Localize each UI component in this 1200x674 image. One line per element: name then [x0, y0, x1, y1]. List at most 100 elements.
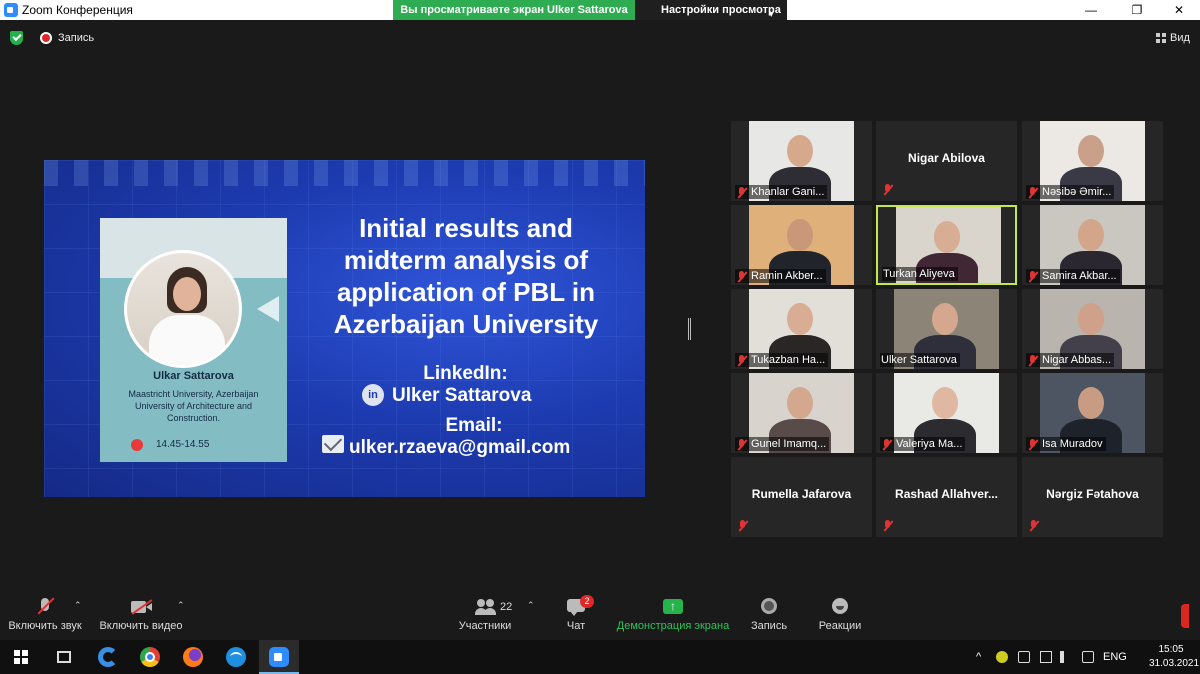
linkedin-name: Ulker Sattarova — [392, 385, 532, 406]
windows-taskbar: ^ ENG 15:05 31.03.2021 — [0, 640, 1200, 674]
participant-name: Rumella Jafarova — [751, 487, 852, 501]
participant-tile[interactable]: Nərgiz Fətahova — [1022, 457, 1163, 537]
view-settings-button[interactable]: Настройки просмотра ▾ — [635, 0, 787, 20]
app-taskbar-button[interactable] — [216, 640, 256, 674]
participant-tile[interactable]: Tukazban Ha... — [731, 289, 872, 369]
muted-mic-icon — [736, 270, 747, 282]
muted-mic-icon — [882, 520, 893, 531]
tray-keyboard-icon[interactable] — [1018, 651, 1030, 663]
video-off-icon — [131, 598, 152, 616]
show-hidden-icons-button[interactable]: ^ — [976, 640, 981, 674]
linkedin-heading: LinkedIn: — [423, 363, 508, 384]
volume-muted-icon[interactable] — [1060, 651, 1072, 663]
participant-tile[interactable]: Valeriya Ma... — [876, 373, 1017, 453]
participant-tile[interactable]: Gunel Imamq... — [731, 373, 872, 453]
participant-name-label: Gunel Imamq... — [735, 437, 830, 451]
participant-tile[interactable]: Nigar Abbas... — [1022, 289, 1163, 369]
windows-logo-icon — [14, 650, 28, 664]
view-button[interactable]: Вид — [1170, 32, 1190, 44]
edge-taskbar-button[interactable] — [88, 640, 128, 674]
participant-name-label: Isa Muradov — [1026, 437, 1106, 451]
start-video-button[interactable]: Включить видео — [98, 590, 184, 636]
title-bar: Zoom Конференция Вы просматриваете экран… — [0, 0, 1200, 20]
participant-name: Valeriya Ma... — [896, 438, 963, 450]
participant-name-label: Nəsibə Əmir... — [1026, 185, 1115, 199]
recording-icon — [40, 32, 52, 44]
share-screen-icon — [663, 598, 683, 616]
record-icon — [759, 598, 779, 616]
participant-tile[interactable]: Nigar Abilova — [876, 121, 1017, 201]
start-button[interactable] — [0, 640, 40, 674]
notification-icon[interactable] — [1082, 651, 1094, 663]
task-view-icon — [57, 651, 71, 663]
participant-name: Gunel Imamq... — [751, 438, 827, 450]
participant-name-label: Turkan Aliyeva — [882, 267, 958, 281]
participant-name: Nərgiz Fətahova — [1046, 487, 1139, 501]
time-dot-icon — [131, 439, 143, 451]
participant-name-label: Khanlar Gani... — [735, 185, 828, 199]
speaker-affiliation: Maastricht University, Azerbaijan Univer… — [128, 389, 259, 423]
participant-name: Ramin Akber... — [751, 270, 823, 282]
zoom-taskbar-button[interactable] — [259, 640, 299, 674]
participant-name: Ulker Sattarova — [881, 354, 957, 366]
share-banner-text: Вы просматриваете экран Ulker Sattarova — [393, 0, 635, 20]
firefox-taskbar-button[interactable] — [173, 640, 213, 674]
shared-screen: Ulkar Sattarova Maastricht University, A… — [44, 160, 645, 497]
reactions-button[interactable]: Реакции — [814, 590, 866, 636]
share-screen-button[interactable]: Демонстрация экрана — [614, 590, 732, 636]
chat-unread-badge: 2 — [580, 595, 594, 608]
security-shield-icon[interactable] — [10, 31, 23, 45]
muted-mic-icon — [1028, 520, 1039, 531]
system-clock[interactable]: 15:05 31.03.2021 — [1149, 643, 1199, 671]
participants-options-caret[interactable]: ⌃ — [527, 600, 535, 611]
participant-name-label: Tukazban Ha... — [735, 353, 829, 367]
participant-name: Khanlar Gani... — [751, 186, 825, 198]
participant-tile[interactable]: Turkan Aliyeva — [876, 205, 1017, 285]
participant-tile[interactable]: Ulker Sattarova — [876, 289, 1017, 369]
record-button[interactable]: Запись — [746, 590, 792, 636]
tray-app-icon[interactable] — [996, 651, 1008, 663]
triangle-decoration — [257, 296, 279, 322]
share-banner: Вы просматриваете экран Ulker Sattarova … — [393, 0, 787, 20]
firefox-icon — [183, 647, 203, 667]
close-button[interactable]: ✕ — [1156, 0, 1200, 20]
muted-mic-icon — [736, 354, 747, 366]
muted-mic-icon — [1027, 354, 1038, 366]
participant-tile[interactable]: Khanlar Gani... — [731, 121, 872, 201]
muted-mic-icon — [882, 184, 893, 195]
participant-name-label: Nigar Abbas... — [1026, 353, 1115, 367]
maximize-button[interactable]: ❐ — [1114, 0, 1160, 20]
clock-time: 15:05 — [1158, 644, 1184, 655]
session-time: 14.45-14.55 — [156, 439, 210, 450]
gallery-view-icon[interactable] — [1156, 33, 1166, 43]
participants-button[interactable]: Участники — [455, 590, 515, 636]
muted-mic-icon — [737, 520, 748, 531]
participant-name-label: Ulker Sattarova — [880, 353, 960, 367]
unmute-button[interactable]: Включить звук — [4, 590, 86, 636]
video-options-caret[interactable]: ⌃ — [177, 600, 185, 611]
minimize-button[interactable]: — — [1068, 0, 1114, 20]
task-view-button[interactable] — [44, 640, 84, 674]
smiley-icon — [830, 598, 850, 616]
meeting-toolbar: Включить звук ⌃ Включить видео ⌃ Участни… — [0, 590, 1200, 640]
participant-name-label: Samira Akbar... — [1026, 269, 1120, 283]
speaker-photo — [124, 250, 242, 368]
participant-tile[interactable]: Nəsibə Əmir... — [1022, 121, 1163, 201]
window-title: Zoom Конференция — [22, 3, 133, 17]
participant-tile[interactable]: Isa Muradov — [1022, 373, 1163, 453]
participant-tile[interactable]: Rumella Jafarova — [731, 457, 872, 537]
edge-icon — [98, 647, 118, 667]
tray-network-icon[interactable] — [1040, 651, 1052, 663]
panel-splitter-handle[interactable] — [688, 318, 691, 340]
muted-mic-icon — [736, 438, 747, 450]
chevron-down-icon: ▾ — [769, 9, 774, 19]
participant-tile[interactable]: Rashad Allahver... — [876, 457, 1017, 537]
chrome-taskbar-button[interactable] — [130, 640, 170, 674]
participant-tile[interactable]: Ramin Akber... — [731, 205, 872, 285]
end-meeting-handle[interactable] — [1181, 604, 1189, 628]
language-indicator[interactable]: ENG — [1103, 640, 1127, 674]
audio-options-caret[interactable]: ⌃ — [74, 600, 82, 611]
participant-name: Rashad Allahver... — [895, 487, 998, 501]
zoom-icon — [269, 647, 289, 667]
participant-tile[interactable]: Samira Akbar... — [1022, 205, 1163, 285]
